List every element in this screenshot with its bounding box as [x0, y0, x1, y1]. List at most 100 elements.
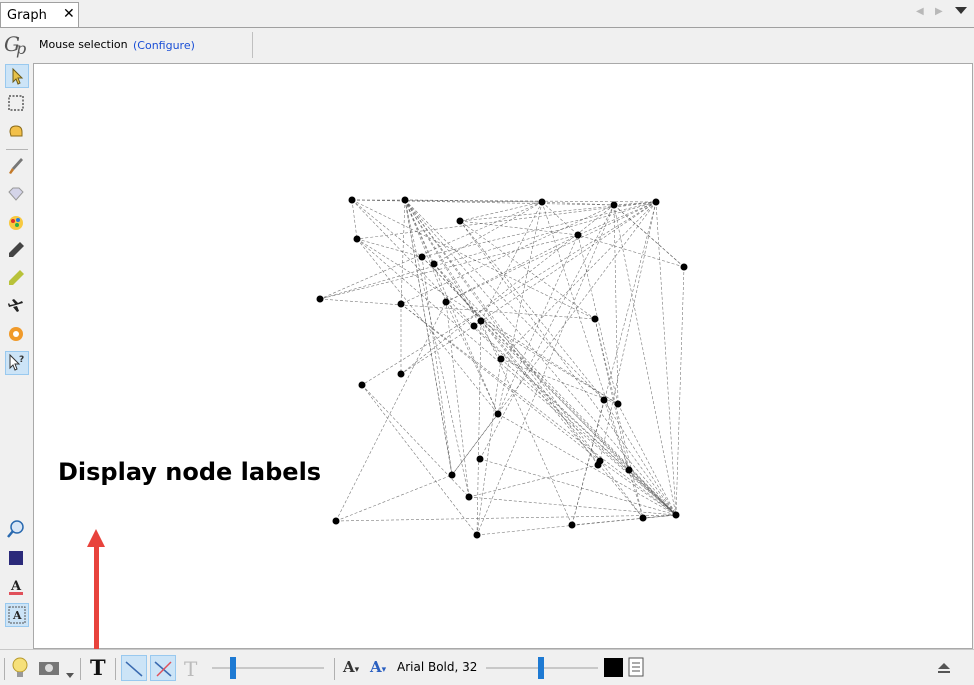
font-size-decrease-icon[interactable]: A▾ [343, 658, 359, 676]
graph-node[interactable] [610, 201, 618, 209]
graph-edge[interactable] [421, 256, 453, 476]
graph-node[interactable] [456, 217, 464, 225]
tab-list-dropdown-icon[interactable] [955, 7, 967, 14]
graph-edge[interactable] [675, 266, 685, 516]
graph-edge[interactable] [351, 199, 615, 206]
tab-scroll-left-icon[interactable]: ◀ [916, 6, 924, 17]
graph-edge[interactable] [459, 201, 657, 222]
graph-node[interactable] [316, 295, 324, 303]
graph-edge[interactable] [404, 199, 447, 303]
graph-node[interactable] [397, 300, 405, 308]
size-tool-icon[interactable] [5, 183, 29, 207]
graph-edge[interactable] [433, 263, 677, 516]
graph-node[interactable] [401, 196, 409, 204]
edge-scale-slider-track[interactable] [212, 667, 324, 669]
graph-node[interactable] [568, 521, 576, 529]
graph-canvas[interactable] [33, 63, 973, 649]
graph-edge[interactable] [404, 199, 677, 516]
graph-edge[interactable] [404, 199, 605, 401]
shortest-path-tool-icon[interactable] [5, 295, 29, 319]
graph-node[interactable] [497, 355, 505, 363]
graph-edge[interactable] [500, 358, 619, 405]
tab-close-icon[interactable]: ✕ [63, 6, 75, 22]
graph-edge[interactable] [404, 199, 502, 360]
label-size-tool-icon[interactable]: A [5, 603, 29, 627]
tab-graph[interactable]: Graph ✕ [0, 2, 79, 27]
graph-node[interactable] [538, 198, 546, 206]
graph-node[interactable] [442, 298, 450, 306]
graph-node[interactable] [465, 493, 473, 501]
graph-edge[interactable] [480, 320, 677, 516]
attributes-icon[interactable] [626, 655, 648, 683]
configure-link[interactable]: (Configure) [133, 39, 195, 52]
label-size-slider-thumb[interactable] [538, 657, 544, 679]
graph-node[interactable] [476, 455, 484, 463]
graph-edge[interactable] [459, 201, 543, 222]
graph-edge[interactable] [335, 514, 677, 522]
graph-edge[interactable] [445, 301, 499, 415]
show-node-labels-icon[interactable]: T [88, 655, 110, 683]
graph-edge[interactable] [480, 320, 619, 405]
edge-pencil-tool-icon[interactable] [5, 267, 29, 291]
graph-node[interactable] [680, 263, 688, 271]
graph-edge[interactable] [361, 201, 657, 386]
graph-edge[interactable] [400, 204, 615, 375]
graph-node[interactable] [574, 231, 582, 239]
graph-edge[interactable] [351, 199, 358, 240]
graph-node[interactable] [594, 461, 602, 469]
graph-edge[interactable] [433, 201, 543, 265]
edge-scale-slider-thumb[interactable] [230, 657, 236, 679]
graph-edge[interactable] [356, 238, 677, 516]
graph-edge[interactable] [473, 201, 657, 327]
graph-edge[interactable] [319, 298, 596, 320]
graph-edge[interactable] [335, 301, 447, 522]
graph-node[interactable] [473, 531, 481, 539]
graph-edge[interactable] [599, 460, 677, 516]
graph-edge[interactable] [421, 256, 630, 471]
graph-edge[interactable] [655, 201, 677, 516]
graph-edge[interactable] [459, 220, 677, 516]
graph-edge[interactable] [497, 413, 677, 516]
zoom-tool-icon[interactable] [5, 518, 29, 542]
graph-edge[interactable] [473, 325, 677, 516]
graph-edge[interactable] [400, 303, 677, 516]
font-label[interactable]: Arial Bold, 32 [397, 660, 477, 674]
graph-node[interactable] [448, 471, 456, 479]
edge-straight-icon[interactable] [121, 655, 147, 681]
edge-labels-icon[interactable]: T [182, 656, 204, 684]
pencil-tool-icon[interactable] [5, 239, 29, 263]
graph-edge[interactable] [613, 204, 619, 405]
graph-node[interactable] [418, 253, 426, 261]
graph-edge[interactable] [459, 220, 579, 236]
graph-edge[interactable] [400, 303, 601, 462]
graph-edge[interactable] [476, 358, 502, 536]
graph-edge[interactable] [480, 320, 573, 526]
graph-node[interactable] [358, 381, 366, 389]
graph-node[interactable] [353, 235, 361, 243]
font-size-increase-icon[interactable]: A▾ [370, 658, 386, 676]
graph-node[interactable] [430, 260, 438, 268]
graph-node[interactable] [332, 517, 340, 525]
tab-scroll-right-icon[interactable]: ▶ [935, 6, 943, 17]
graph-node[interactable] [639, 514, 647, 522]
neighbors-tool-icon[interactable] [5, 323, 29, 347]
graph-node[interactable] [625, 466, 633, 474]
label-color-swatch[interactable] [604, 658, 623, 677]
graph-edge[interactable] [404, 199, 470, 498]
graph-node[interactable] [470, 322, 478, 330]
rectangle-selection-tool-icon[interactable] [5, 92, 29, 116]
chevron-down-icon[interactable] [66, 664, 74, 683]
graph-edge[interactable] [613, 204, 685, 268]
graph-edge[interactable] [599, 201, 657, 462]
graph-edge[interactable] [479, 204, 615, 460]
background-color-icon[interactable] [5, 547, 29, 571]
graph-edge[interactable] [468, 464, 599, 498]
graph-edge[interactable] [497, 201, 543, 415]
graph-node[interactable] [477, 317, 485, 325]
screenshot-icon[interactable] [38, 658, 62, 682]
graph-edge[interactable] [577, 234, 685, 268]
graph-edge[interactable] [594, 318, 644, 519]
graph-node[interactable] [652, 198, 660, 206]
graph-edge[interactable] [577, 201, 657, 236]
edit-tool-icon[interactable]: ? [5, 351, 29, 375]
